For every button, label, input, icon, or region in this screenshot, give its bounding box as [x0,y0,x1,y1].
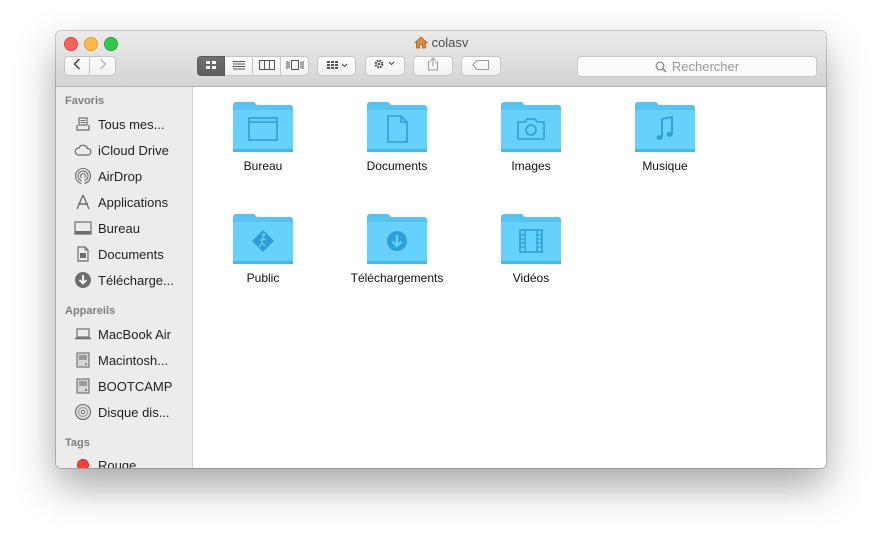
tag-icon [472,57,490,75]
icon-view-icon [205,57,217,75]
tags-button[interactable] [461,56,501,76]
folder-label: Images [511,159,551,173]
arrange-button[interactable] [317,56,356,76]
folder-telechargements[interactable]: Téléchargements [337,213,457,313]
forward-button[interactable] [89,56,116,76]
sidebar-item-icloud-drive[interactable]: iCloud Drive [73,139,191,161]
laptop-icon [73,325,93,343]
arrange-grid-icon [326,57,348,75]
folder-label: Téléchargements [350,271,444,285]
sidebar-item-macintosh-hd[interactable]: Macintosh... [73,349,191,371]
cloud-icon [73,141,93,159]
folder-images[interactable]: Images [471,101,591,201]
pictures-folder-icon [501,102,561,152]
documents-folder-icon [367,102,427,152]
list-view-button[interactable] [225,56,253,76]
action-button[interactable] [365,56,405,76]
column-view-icon [258,57,275,75]
sidebar-item-label: BOOTCAMP [98,378,173,394]
folder-musique[interactable]: Musique [605,101,725,201]
red-tag-icon [73,456,93,468]
hard-drive-icon [73,377,93,395]
cover-flow-icon [286,57,304,75]
airdrop-icon [73,167,93,185]
sidebar-item-label: Rouge [98,457,137,469]
sidebar-item-label: Disque dis... [98,404,170,420]
finder-window: colasv Rechercher Favoris Tous mes... iC… [56,31,826,468]
sidebar-item-label: Applications [98,194,169,210]
music-folder-icon [635,102,695,152]
sidebar: Favoris Tous mes... iCloud Drive AirDrop… [56,87,193,468]
cover-flow-view-button[interactable] [281,56,309,76]
sidebar-item-all-files[interactable]: Tous mes... [73,113,191,135]
sidebar-item-macbook-air[interactable]: MacBook Air [73,323,191,345]
desktop-folder-icon [233,102,293,152]
sidebar-item-label: Documents [98,246,164,262]
sidebar-item-telechargements[interactable]: Télécharge... [73,269,191,291]
toolbar: colasv Rechercher [56,31,826,87]
sidebar-item-documents[interactable]: Documents [73,243,191,265]
sidebar-item-label: MacBook Air [98,326,171,342]
gear-icon [373,57,397,75]
applications-icon [73,193,93,211]
sidebar-heading-favoris: Favoris [65,95,105,107]
list-view-icon [232,57,246,75]
sidebar-item-label: AirDrop [98,168,143,184]
search-field[interactable]: Rechercher [577,56,817,77]
folder-videos[interactable]: Vidéos [471,213,591,313]
chevron-right-icon [99,57,107,75]
folder-label: Musique [642,159,688,173]
folder-bureau[interactable]: Bureau [203,101,323,201]
sidebar-item-label: iCloud Drive [98,142,169,158]
sidebar-item-label: Télécharge... [98,272,174,288]
sidebar-heading-appareils: Appareils [65,305,116,317]
file-browser: Bureau Documents Images Musique Public T… [193,87,826,468]
folder-label: Vidéos [512,271,550,285]
folder-public[interactable]: Public [203,213,323,313]
document-icon [73,245,93,263]
folder-label: Documents [366,159,428,173]
folder-label: Bureau [243,159,283,173]
folder-documents[interactable]: Documents [337,101,457,201]
sidebar-item-label: Bureau [98,220,140,236]
chevron-left-icon [73,57,81,75]
column-view-button[interactable] [253,56,281,76]
movies-folder-icon [501,214,561,264]
sidebar-item-disque[interactable]: Disque dis... [73,401,191,423]
window-title-text: colasv [431,35,469,50]
folder-label: Public [246,271,280,285]
icon-view-button[interactable] [197,56,225,76]
sidebar-item-bootcamp[interactable]: BOOTCAMP [73,375,191,397]
share-icon [427,56,439,76]
sidebar-item-applications[interactable]: Applications [73,191,191,213]
sidebar-heading-tags: Tags [65,437,90,449]
home-icon [413,36,428,53]
back-button[interactable] [64,56,90,76]
search-placeholder: Rechercher [671,59,740,74]
hard-drive-icon [73,351,93,369]
downloads-folder-icon [367,214,427,264]
view-mode-control [197,56,309,76]
sidebar-item-tag-rouge[interactable]: Rouge [73,454,191,468]
all-files-icon [73,115,93,133]
window-title: colasv [56,35,826,53]
sidebar-item-label: Macintosh... [98,352,169,368]
share-button[interactable] [413,56,453,76]
sidebar-item-airdrop[interactable]: AirDrop [73,165,191,187]
desktop-icon [73,219,93,237]
search-icon [655,61,667,73]
public-folder-icon [233,214,293,264]
download-icon [73,271,93,289]
sidebar-item-bureau[interactable]: Bureau [73,217,191,239]
sidebar-item-label: Tous mes... [98,116,165,132]
disc-icon [73,403,93,421]
